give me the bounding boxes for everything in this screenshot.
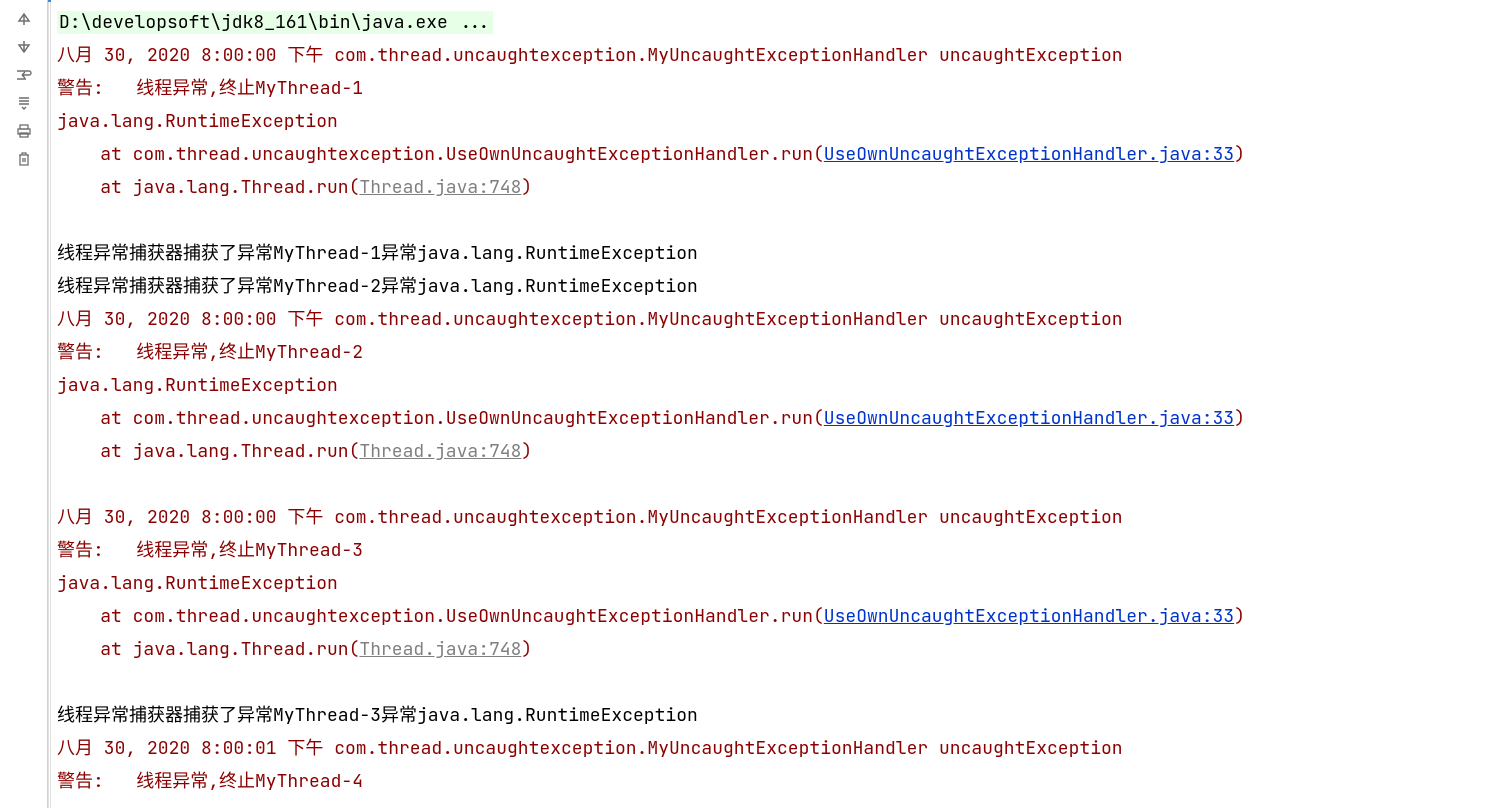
source-link[interactable]: UseOwnUncaughtExceptionHandler.java:33	[824, 407, 1234, 430]
stderr-line[interactable]: 八月 30, 2020 8:00:00 下午 com.thread.uncaug…	[57, 39, 1483, 72]
scroll-to-end-icon[interactable]	[13, 92, 35, 114]
command-line[interactable]: D:\developsoft\jdk8_161\bin\java.exe ...	[57, 6, 1483, 39]
console-toolbar	[0, 0, 48, 808]
down-stack-trace-icon[interactable]	[13, 36, 35, 58]
source-link[interactable]: UseOwnUncaughtExceptionHandler.java:33	[824, 605, 1234, 628]
stderr-line[interactable]: 警告: 线程异常,终止MyThread-1	[57, 72, 1483, 105]
print-icon[interactable]	[13, 120, 35, 142]
source-link[interactable]: Thread.java:748	[359, 638, 521, 661]
stderr-line[interactable]: 警告: 线程异常,终止MyThread-2	[57, 336, 1483, 369]
stack-trace-line[interactable]: at java.lang.Thread.run(Thread.java:748)	[57, 171, 1483, 204]
stderr-line[interactable]: 八月 30, 2020 8:00:00 下午 com.thread.uncaug…	[57, 501, 1483, 534]
stdout-line[interactable]: 线程异常捕获器捕获了异常MyThread-2异常java.lang.Runtim…	[57, 270, 1483, 303]
console-output[interactable]: D:\developsoft\jdk8_161\bin\java.exe ...…	[51, 0, 1491, 808]
stack-trace-line[interactable]: at com.thread.uncaughtexception.UseOwnUn…	[57, 402, 1483, 435]
source-link[interactable]: Thread.java:748	[359, 440, 521, 463]
stdout-line[interactable]: 线程异常捕获器捕获了异常MyThread-1异常java.lang.Runtim…	[57, 237, 1483, 270]
source-link[interactable]: UseOwnUncaughtExceptionHandler.java:33	[824, 143, 1234, 166]
stderr-line[interactable]: 八月 30, 2020 8:00:00 下午 com.thread.uncaug…	[57, 303, 1483, 336]
blank-line	[57, 468, 1483, 501]
stack-trace-line[interactable]: at com.thread.uncaughtexception.UseOwnUn…	[57, 138, 1483, 171]
stderr-line[interactable]: java.lang.RuntimeException	[57, 369, 1483, 402]
blank-line	[57, 204, 1483, 237]
clear-all-icon[interactable]	[13, 148, 35, 170]
stack-trace-line[interactable]: at com.thread.uncaughtexception.UseOwnUn…	[57, 600, 1483, 633]
stack-trace-line[interactable]: at java.lang.Thread.run(Thread.java:748)	[57, 633, 1483, 666]
soft-wrap-icon[interactable]	[13, 64, 35, 86]
stdout-line[interactable]: 线程异常捕获器捕获了异常MyThread-3异常java.lang.Runtim…	[57, 699, 1483, 732]
gutter-divider[interactable]	[48, 0, 51, 808]
stderr-line[interactable]: java.lang.RuntimeException	[57, 567, 1483, 600]
stderr-line[interactable]: java.lang.RuntimeException	[57, 105, 1483, 138]
stderr-line[interactable]: 八月 30, 2020 8:00:01 下午 com.thread.uncaug…	[57, 732, 1483, 765]
stack-trace-line[interactable]: at java.lang.Thread.run(Thread.java:748)	[57, 435, 1483, 468]
stderr-line[interactable]: 警告: 线程异常,终止MyThread-4	[57, 765, 1483, 798]
stderr-line[interactable]: 警告: 线程异常,终止MyThread-3	[57, 534, 1483, 567]
blank-line	[57, 666, 1483, 699]
up-stack-trace-icon[interactable]	[13, 8, 35, 30]
source-link[interactable]: Thread.java:748	[359, 176, 521, 199]
